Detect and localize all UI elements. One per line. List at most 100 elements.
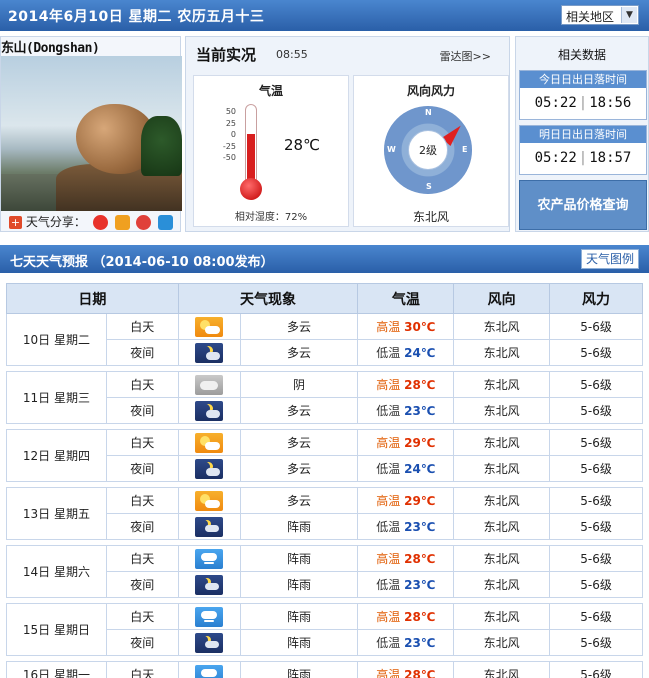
temp-label: 低温 <box>376 578 401 592</box>
temp-value: 29℃ <box>404 436 436 450</box>
period-label: 夜间 <box>105 397 179 424</box>
forecast-row: 16日 星期一 白天 阵雨 高温 28℃ 东北风 5-6级 <box>6 661 643 678</box>
renren-icon[interactable] <box>136 215 152 230</box>
weather-icon-cell <box>177 397 241 424</box>
forecast-date: 13日 星期五 <box>6 487 107 540</box>
scale-label: 0 <box>230 130 236 139</box>
today-sun-box: 今日日出日落时间 05:22 | 18:56 <box>519 70 647 120</box>
shower-day-icon <box>195 606 224 627</box>
compass-s: S <box>426 182 432 191</box>
forecast-row: 12日 星期四 白天 多云 高温 29℃ 东北风 5-6级 <box>6 429 643 482</box>
weather-text: 多云 <box>239 339 359 366</box>
wind-dir-cell: 东北风 <box>453 629 551 656</box>
wind-dir-cell: 东北风 <box>453 339 551 366</box>
forecast-date: 15日 星期日 <box>6 603 107 656</box>
qzone-icon[interactable] <box>158 215 174 230</box>
farm-price-button[interactable]: 农产品价格查询 <box>519 180 647 230</box>
weather-text: 阵雨 <box>239 513 359 540</box>
temperature-cell: 低温 24℃ <box>357 339 455 366</box>
weather-text: 阴 <box>239 371 359 398</box>
wind-force-cell: 5-6级 <box>549 661 643 678</box>
scale-label: -25 <box>222 141 236 151</box>
current-conditions-panel: 当前实况 08:55 雷达图>> 气温 50 25 0 -25 -50 28℃ … <box>185 36 510 232</box>
wind-dir-cell: 东北风 <box>453 313 551 340</box>
period-label: 白天 <box>105 487 179 514</box>
wind-dir-cell: 东北风 <box>453 571 551 598</box>
weather-icon-cell <box>177 371 241 398</box>
wind-force-cell: 5-6级 <box>549 487 643 514</box>
forecast-row: 14日 星期六 白天 阵雨 高温 28℃ 东北风 5-6级 <box>6 545 643 598</box>
tomorrow-sun-box: 明日日出日落时间 05:22 | 18:57 <box>519 125 647 175</box>
wind-dir-cell: 东北风 <box>453 603 551 630</box>
wind-force-cell: 5-6级 <box>549 313 643 340</box>
weather-icon-cell <box>177 629 241 656</box>
period-label: 夜间 <box>105 513 179 540</box>
weather-text: 阵雨 <box>239 629 359 656</box>
wind-force-cell: 5-6级 <box>549 397 643 424</box>
wind-dir-cell: 东北风 <box>453 661 551 678</box>
related-title: 相关数据 <box>557 48 606 62</box>
tomorrow-sunrise: 05:22 <box>534 150 577 166</box>
wind-box: 风向风力 N S E W 2级 东北风 <box>353 75 509 227</box>
region-select[interactable]: 相关地区 ▼ <box>561 5 639 25</box>
temp-value: 28℃ <box>404 378 436 392</box>
forecast-date: 16日 星期一 <box>6 661 107 678</box>
temp-label: 高温 <box>376 436 401 450</box>
period-label: 夜间 <box>105 571 179 598</box>
radar-link[interactable]: 雷达图>> <box>440 48 491 64</box>
tencent-weibo-icon[interactable] <box>114 215 130 230</box>
weather-text: 多云 <box>239 429 359 456</box>
temp-value: 24℃ <box>404 346 436 360</box>
temp-value: 24℃ <box>404 462 436 476</box>
share-label: 天气分享： <box>25 215 86 229</box>
weather-icon-cell <box>177 455 241 482</box>
weibo-icon[interactable] <box>92 215 108 230</box>
period-label: 夜间 <box>105 339 179 366</box>
temp-value: 29℃ <box>404 494 436 508</box>
weather-text: 阵雨 <box>239 545 359 572</box>
region-select-label: 相关地区 <box>566 10 615 24</box>
period-label: 夜间 <box>105 629 179 656</box>
temperature-cell: 低温 23℃ <box>357 513 455 540</box>
period-label: 白天 <box>105 429 179 456</box>
date-line: 2014年6月10日 星期二 农历五月十三 <box>8 9 265 25</box>
wind-force-cell: 5-6级 <box>549 371 643 398</box>
weather-icon-cell <box>177 487 241 514</box>
wind-dir-cell: 东北风 <box>453 455 551 482</box>
forecast-table: 日期 天气现象 气温 风向 风力 10日 星期二 白天 多云 高温 30℃ 东北风 5-6… <box>6 283 643 678</box>
temp-label: 高温 <box>376 610 401 624</box>
city-photo <box>1 56 182 211</box>
share-bar: + 天气分享： <box>9 213 174 230</box>
wind-direction: 东北风 <box>412 210 449 224</box>
wind-force-cell: 5-6级 <box>549 339 643 366</box>
compass-n: N <box>425 108 432 117</box>
weather-text: 多云 <box>239 397 359 424</box>
temperature-box: 气温 50 25 0 -25 -50 28℃ 相对湿度：72% <box>193 75 349 227</box>
related-data-panel: 相关数据 今日日出日落时间 05:22 | 18:56 明日日出日落时间 05:22… <box>515 36 649 232</box>
temp-label: 低温 <box>376 404 401 418</box>
wind-dir-cell: 东北风 <box>453 371 551 398</box>
weather-icon-cell <box>177 429 241 456</box>
tomorrow-sun-title: 明日日出日落时间 <box>520 126 646 143</box>
current-time: 08:55 <box>276 48 308 61</box>
top-header-bar: 2014年6月10日 星期二 农历五月十三 相关地区 ▼ <box>0 0 649 31</box>
partly-cloudy-night-icon <box>195 342 224 363</box>
col-wind-dir: 风向 <box>453 283 551 314</box>
humidity-text: 相对湿度：72% <box>234 212 308 223</box>
temperature-cell: 低温 23℃ <box>357 629 455 656</box>
temp-value: 30℃ <box>404 320 436 334</box>
weather-icon-cell <box>177 339 241 366</box>
temp-label: 低温 <box>376 520 401 534</box>
partly-cloudy-night-icon <box>195 400 224 421</box>
chevron-down-icon[interactable]: ▼ <box>621 7 637 23</box>
col-weather: 天气现象 <box>177 283 359 314</box>
temp-label: 低温 <box>376 636 401 650</box>
weather-icon-cell <box>177 661 241 678</box>
shower-night-icon <box>195 632 224 653</box>
forecast-date: 11日 星期三 <box>6 371 107 424</box>
forecast-row: 13日 星期五 白天 多云 高温 29℃ 东北风 5-6级 <box>6 487 643 540</box>
weather-legend-button[interactable]: 天气图例 <box>581 249 639 269</box>
temp-label: 低温 <box>376 462 401 476</box>
weather-icon-cell <box>177 545 241 572</box>
plus-icon[interactable]: + <box>9 216 22 229</box>
